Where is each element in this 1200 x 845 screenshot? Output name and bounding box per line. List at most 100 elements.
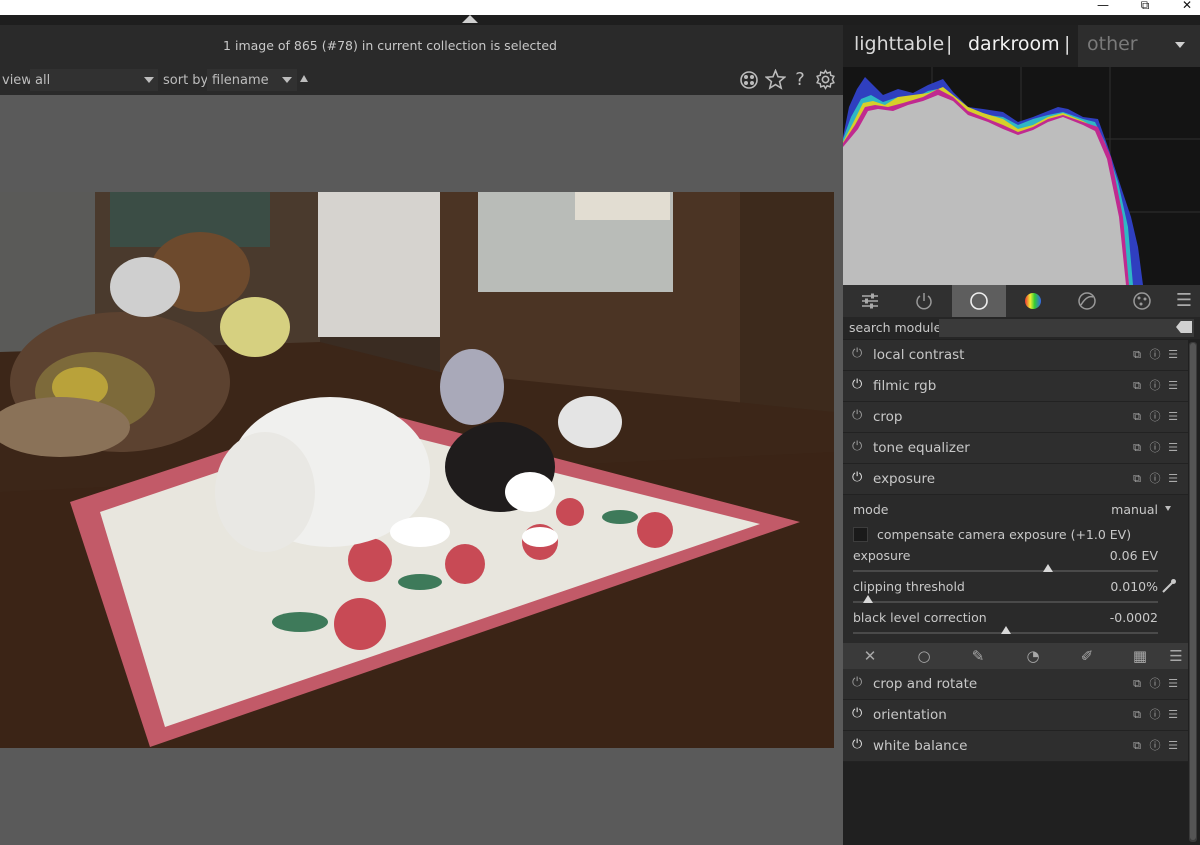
reset-icon[interactable]: ⓘ bbox=[1148, 379, 1162, 393]
module-white-balance[interactable]: ⏻ white balance ⧉ ⓘ ☰ bbox=[843, 731, 1188, 762]
presets-menu-icon[interactable]: ☰ bbox=[1169, 285, 1199, 317]
window-title-bar bbox=[0, 0, 1200, 15]
drawn-mask-icon[interactable]: ✎ bbox=[966, 646, 990, 666]
presets-icon[interactable]: ☰ bbox=[1166, 739, 1180, 753]
drawn-parametric-mask-icon[interactable]: ✐ bbox=[1075, 646, 1099, 666]
scrollbar-thumb[interactable] bbox=[1190, 343, 1196, 840]
reset-icon[interactable]: ⓘ bbox=[1148, 410, 1162, 424]
module-exposure[interactable]: ⏻ exposure ⧉ ⓘ ☰ bbox=[843, 464, 1188, 495]
view-value: all bbox=[35, 73, 51, 88]
mode-dropdown-icon[interactable] bbox=[1165, 506, 1171, 511]
multi-instance-icon[interactable]: ⧉ bbox=[1130, 379, 1144, 393]
restore-icon[interactable]: ⧉ bbox=[1134, 0, 1156, 13]
star-icon[interactable] bbox=[765, 69, 786, 90]
parametric-mask-icon[interactable]: ◔ bbox=[1021, 646, 1045, 666]
module-name: crop and rotate bbox=[873, 676, 978, 692]
multi-instance-icon[interactable]: ⧉ bbox=[1130, 739, 1144, 753]
mode-label: mode bbox=[853, 502, 889, 517]
param-slider[interactable] bbox=[853, 601, 1158, 603]
mask-menu-icon[interactable]: ☰ bbox=[1164, 646, 1188, 666]
power-icon[interactable]: ⏻ bbox=[852, 471, 866, 485]
minimize-icon[interactable]: — bbox=[1092, 0, 1114, 13]
histogram[interactable] bbox=[843, 67, 1200, 285]
reset-icon[interactable]: ⓘ bbox=[1148, 677, 1162, 691]
view-dropdown-icon[interactable] bbox=[144, 77, 154, 83]
power-icon[interactable]: ⏻ bbox=[852, 409, 866, 423]
module-crop-and-rotate[interactable]: ⏻ crop and rotate ⧉ ⓘ ☰ bbox=[843, 669, 1188, 700]
module-crop[interactable]: ⏻ crop ⧉ ⓘ ☰ bbox=[843, 402, 1188, 433]
param-value[interactable]: -0.0002 bbox=[1058, 610, 1158, 625]
collapse-top-panel-icon[interactable] bbox=[462, 15, 478, 23]
module-name: tone equalizer bbox=[873, 440, 970, 456]
view-lighttable[interactable]: lighttable bbox=[854, 33, 944, 55]
param-value[interactable]: 0.010% bbox=[1058, 579, 1158, 594]
tab-base[interactable] bbox=[952, 285, 1006, 317]
presets-icon[interactable]: ☰ bbox=[1166, 379, 1180, 393]
compensate-checkbox[interactable] bbox=[853, 527, 868, 542]
module-local-contrast[interactable]: ⏻ local contrast ⧉ ⓘ ☰ bbox=[843, 340, 1188, 371]
tab-quick-access[interactable] bbox=[843, 285, 897, 317]
grouping-icon[interactable] bbox=[739, 70, 759, 90]
presets-icon[interactable]: ☰ bbox=[1166, 410, 1180, 424]
param-value[interactable]: 0.06 EV bbox=[1058, 548, 1158, 563]
multi-instance-icon[interactable]: ⧉ bbox=[1130, 708, 1144, 722]
param-label: black level correction bbox=[853, 610, 987, 625]
multi-instance-icon[interactable]: ⧉ bbox=[1130, 441, 1144, 455]
color-picker-icon[interactable] bbox=[1160, 577, 1178, 595]
selection-status: 1 image of 865 (#78) in current collecti… bbox=[223, 38, 557, 53]
module-name: white balance bbox=[873, 738, 968, 754]
view-label: view bbox=[2, 73, 32, 88]
tab-active-modules[interactable] bbox=[897, 285, 951, 317]
effect-icon bbox=[1133, 292, 1151, 310]
presets-icon[interactable]: ☰ bbox=[1166, 472, 1180, 486]
reset-icon[interactable]: ⓘ bbox=[1148, 441, 1162, 455]
param-slider[interactable] bbox=[853, 570, 1158, 572]
mode-value[interactable]: manual bbox=[1080, 502, 1158, 517]
help-icon[interactable]: ? bbox=[791, 70, 809, 90]
edited-photo[interactable] bbox=[0, 192, 834, 748]
presets-icon[interactable]: ☰ bbox=[1166, 348, 1180, 362]
tab-effect[interactable] bbox=[1115, 285, 1169, 317]
power-icon[interactable]: ⏻ bbox=[852, 347, 866, 361]
power-icon bbox=[916, 293, 932, 310]
module-tone-equalizer[interactable]: ⏻ tone equalizer ⧉ ⓘ ☰ bbox=[843, 433, 1188, 464]
slider-handle[interactable] bbox=[863, 595, 874, 603]
reset-icon[interactable]: ⓘ bbox=[1148, 472, 1162, 486]
view-separator-2: | bbox=[1064, 33, 1071, 55]
tab-correct[interactable] bbox=[1060, 285, 1114, 317]
multi-instance-icon[interactable]: ⧉ bbox=[1130, 348, 1144, 362]
reset-icon[interactable]: ⓘ bbox=[1148, 348, 1162, 362]
presets-icon[interactable]: ☰ bbox=[1166, 677, 1180, 691]
tab-color[interactable] bbox=[1006, 285, 1060, 317]
view-darkroom[interactable]: darkroom bbox=[968, 33, 1060, 55]
mask-off-icon[interactable]: ✕ bbox=[858, 646, 882, 666]
sort-dropdown-icon[interactable] bbox=[282, 77, 292, 83]
power-icon[interactable]: ⏻ bbox=[852, 440, 866, 454]
reset-icon[interactable]: ⓘ bbox=[1148, 739, 1162, 753]
uniform-mask-icon[interactable]: ○ bbox=[912, 646, 936, 666]
sort-order-icon[interactable] bbox=[300, 75, 308, 82]
power-icon[interactable]: ⏻ bbox=[852, 676, 866, 690]
view-separator: | bbox=[946, 33, 953, 55]
close-icon[interactable]: ✕ bbox=[1176, 0, 1198, 13]
module-name: local contrast bbox=[873, 347, 965, 363]
slider-handle[interactable] bbox=[1043, 564, 1054, 572]
search-input[interactable] bbox=[939, 319, 1194, 337]
multi-instance-icon[interactable]: ⧉ bbox=[1130, 677, 1144, 691]
presets-icon[interactable]: ☰ bbox=[1166, 441, 1180, 455]
reset-icon[interactable]: ⓘ bbox=[1148, 708, 1162, 722]
module-name: orientation bbox=[873, 707, 947, 723]
multi-instance-icon[interactable]: ⧉ bbox=[1130, 410, 1144, 424]
multi-instance-icon[interactable]: ⧉ bbox=[1130, 472, 1144, 486]
module-filmic-rgb[interactable]: ⏻ filmic rgb ⧉ ⓘ ☰ bbox=[843, 371, 1188, 402]
gear-icon[interactable] bbox=[815, 69, 836, 90]
presets-icon[interactable]: ☰ bbox=[1166, 708, 1180, 722]
view-other[interactable]: other bbox=[1087, 33, 1138, 55]
power-icon[interactable]: ⏻ bbox=[852, 707, 866, 721]
slider-handle[interactable] bbox=[1000, 626, 1011, 634]
other-dropdown-icon[interactable] bbox=[1175, 42, 1185, 48]
power-icon[interactable]: ⏻ bbox=[852, 378, 866, 392]
power-icon[interactable]: ⏻ bbox=[852, 738, 866, 752]
raster-mask-icon[interactable]: ▦ bbox=[1128, 646, 1152, 666]
module-orientation[interactable]: ⏻ orientation ⧉ ⓘ ☰ bbox=[843, 700, 1188, 731]
